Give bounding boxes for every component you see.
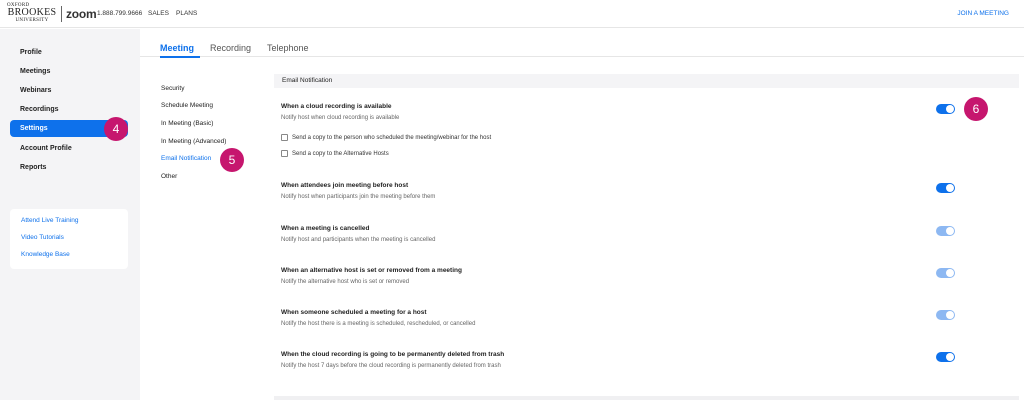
toggle-recording-deleted-trash[interactable] [936,352,955,362]
toggle-cloud-recording-available[interactable] [936,104,955,114]
toggle-attendees-join-before-host[interactable] [936,183,955,193]
sidebar-item-meetings[interactable]: Meetings [10,63,128,80]
toggle-knob [946,184,954,192]
setting-desc-scheduled-for-host: Notify the host there is a meeting is sc… [281,321,476,327]
toggle-knob [946,227,954,235]
nav-sales-link[interactable]: SALES [148,10,169,17]
checkbox-row-copy-scheduler[interactable]: Send a copy to the person who scheduled … [281,134,491,141]
setting-desc-meeting-cancelled: Notify host and participants when the me… [281,237,436,243]
top-bar: OXFORD BROOKES UNIVERSITY zoom 1.888.799… [0,0,1024,28]
tab-meeting[interactable]: Meeting [160,43,194,53]
setting-desc-cloud-recording-available: Notify host when cloud recording is avai… [281,115,400,121]
sidebar-item-account-profile[interactable]: Account Profile [10,140,128,157]
subnav-schedule-meeting[interactable]: Schedule Meeting [161,102,213,109]
sidebar-item-reports[interactable]: Reports [10,159,128,176]
sidebar-item-recordings[interactable]: Recordings [10,101,128,118]
toggle-meeting-cancelled[interactable] [936,226,955,236]
logo-line-2: BROOKES [7,7,57,18]
setting-title-meeting-cancelled: When a meeting is cancelled [281,225,370,232]
logo-divider [61,6,62,22]
step-badge-6: 6 [964,97,988,121]
setting-title-attendees-join-before-host: When attendees join meeting before host [281,182,409,189]
settings-tabs: Meeting Recording Telephone [140,29,1024,58]
toggle-scheduled-for-host[interactable] [936,310,955,320]
toggle-knob [946,105,954,113]
section-divider [274,396,1019,400]
subnav-security[interactable]: Security [161,85,184,92]
checkbox-label-copy-scheduler: Send a copy to the person who scheduled … [292,134,492,141]
sidebar-item-webinars[interactable]: Webinars [10,82,128,99]
video-tutorials-link[interactable]: Video Tutorials [21,234,64,241]
logo-line-3: UNIVERSITY [15,18,49,23]
knowledge-base-link[interactable]: Knowledge Base [21,251,70,258]
setting-desc-attendees-join-before-host: Notify host when participants join the m… [281,194,436,200]
section-header-email-notification: Email Notification [274,74,1019,88]
toggle-knob [946,353,954,361]
help-links-box: Attend Live Training Video Tutorials Kno… [10,209,128,269]
checkbox-row-copy-alt-hosts[interactable]: Send a copy to the Alternative Hosts [281,150,389,157]
attend-live-training-link[interactable]: Attend Live Training [21,217,78,224]
setting-desc-alternative-host-set: Notify the alternative host who is set o… [281,279,410,285]
subnav-in-meeting-basic[interactable]: In Meeting (Basic) [161,120,213,127]
toggle-knob [946,269,954,277]
checkbox-copy-scheduler[interactable] [281,134,288,141]
setting-title-cloud-recording-available: When a cloud recording is available [281,103,392,110]
setting-title-scheduled-for-host: When someone scheduled a meeting for a h… [281,309,427,316]
active-tab-indicator [160,56,200,58]
left-sidebar: Profile Meetings Webinars Recordings Set… [0,29,140,400]
step-badge-4: 4 [104,117,128,141]
setting-title-recording-deleted-trash: When the cloud recording is going to be … [281,351,505,358]
toggle-knob [946,311,954,319]
sidebar-item-profile[interactable]: Profile [10,44,128,61]
phone-number[interactable]: 1.888.799.9666 [97,10,142,17]
step-badge-5: 5 [220,148,244,172]
subnav-other[interactable]: Other [161,173,177,180]
checkbox-copy-alt-hosts[interactable] [281,150,288,157]
tab-telephone[interactable]: Telephone [267,43,309,53]
toggle-alternative-host-set[interactable] [936,268,955,278]
subnav-in-meeting-advanced[interactable]: In Meeting (Advanced) [161,138,226,145]
nav-plans-link[interactable]: PLANS [176,10,197,17]
zoom-logo[interactable]: zoom [66,7,97,21]
checkbox-label-copy-alt-hosts: Send a copy to the Alternative Hosts [292,150,389,157]
setting-desc-recording-deleted-trash: Notify the host 7 days before the cloud … [281,363,501,369]
join-meeting-link[interactable]: JOIN A MEETING [957,10,1009,17]
setting-title-alternative-host-set: When an alternative host is set or remov… [281,267,462,274]
oxford-brookes-logo[interactable]: OXFORD BROOKES UNIVERSITY [6,3,58,23]
tab-recording[interactable]: Recording [210,43,251,53]
subnav-email-notification[interactable]: Email Notification [161,155,211,162]
